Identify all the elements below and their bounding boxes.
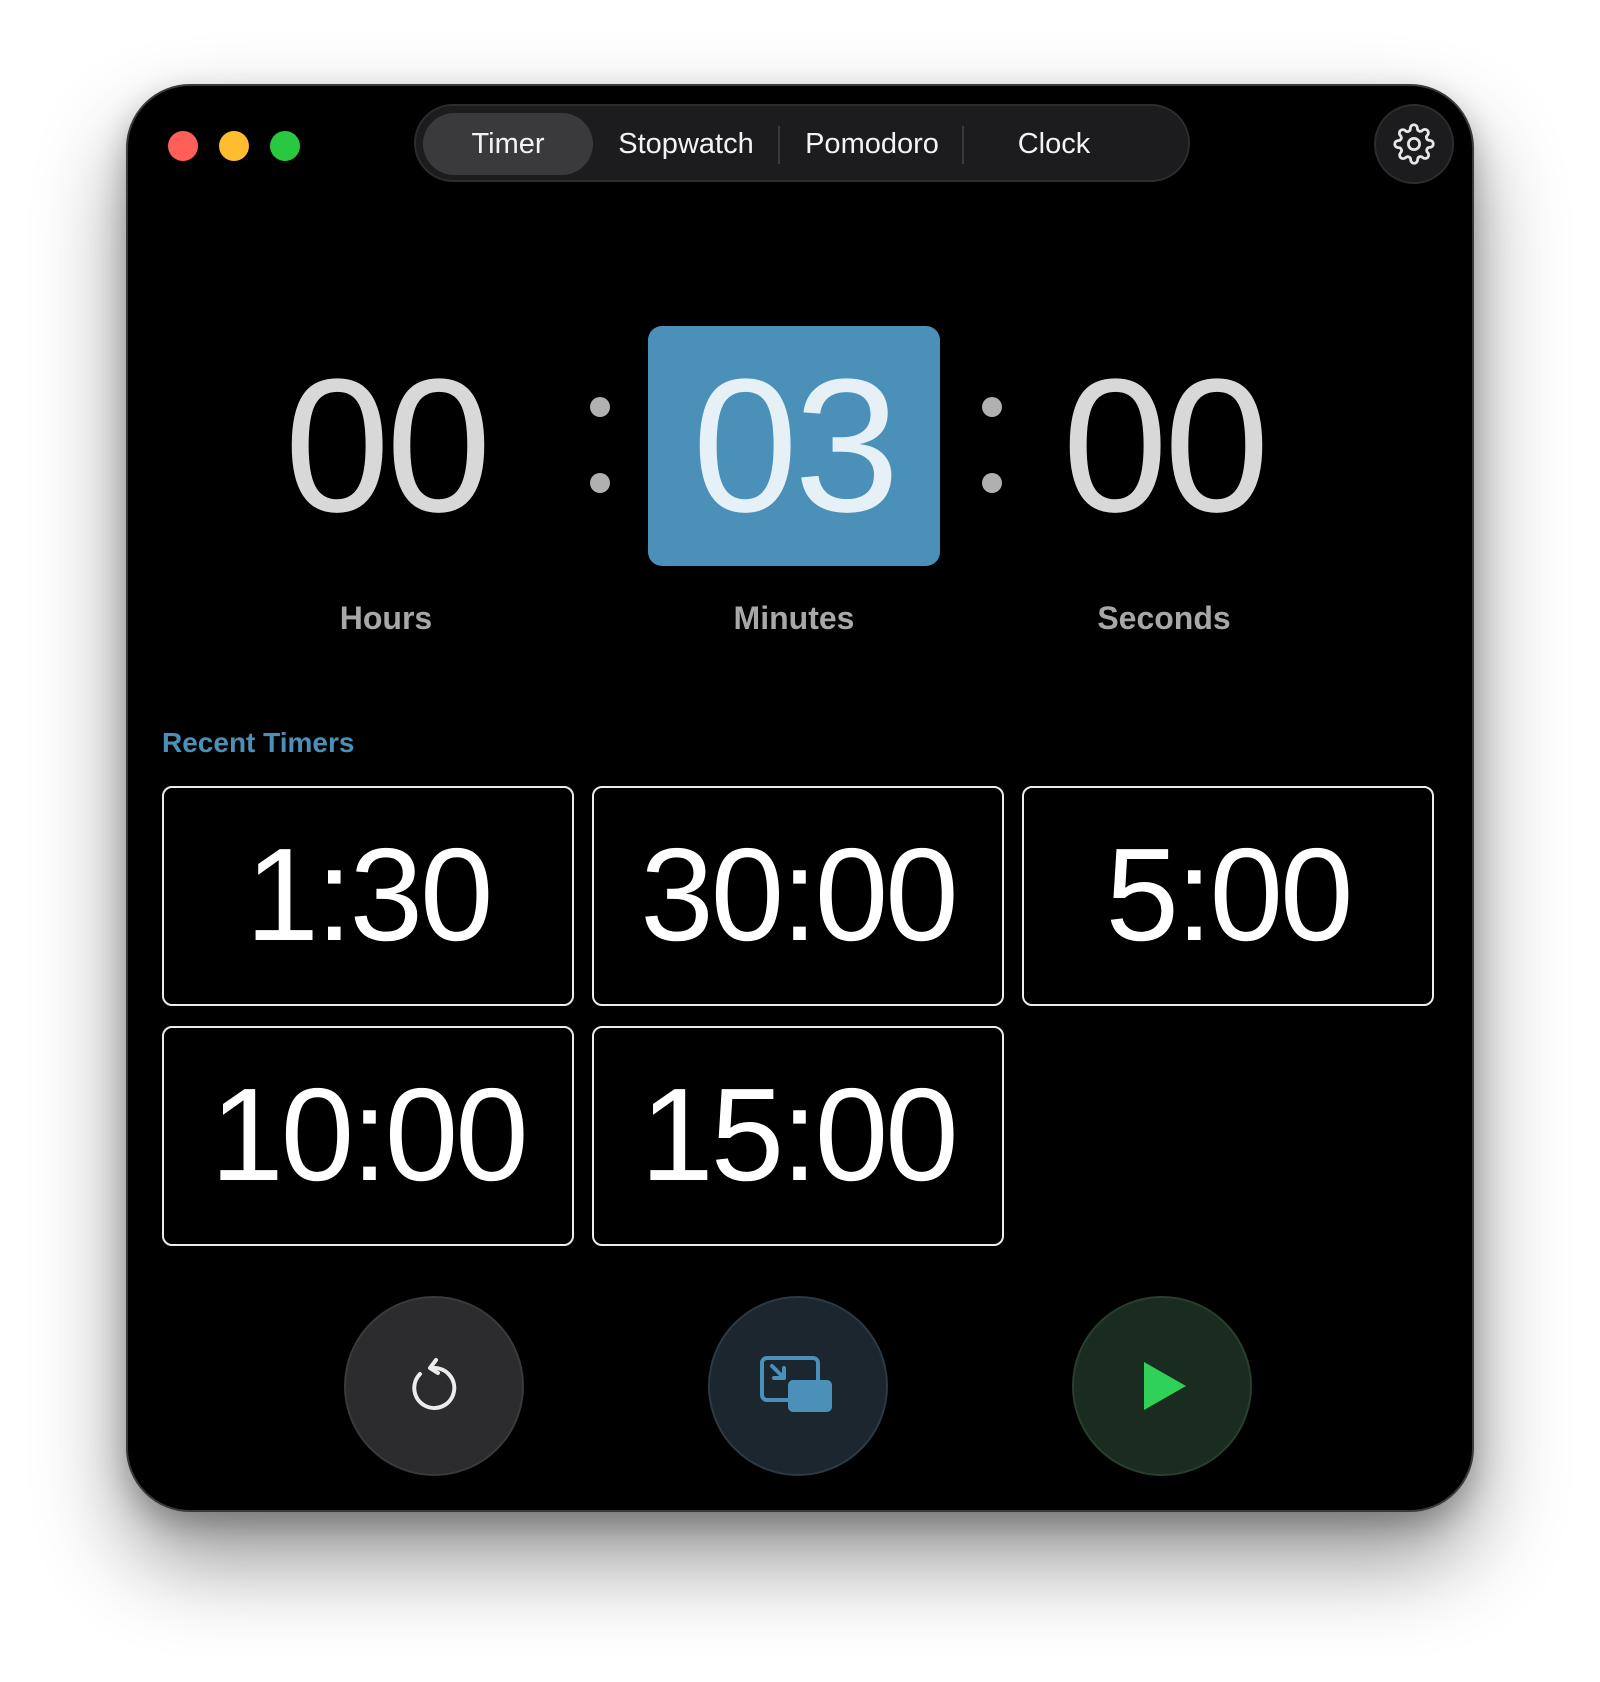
- tab-divider: [778, 126, 780, 164]
- seconds-value[interactable]: 00: [1034, 326, 1294, 566]
- tab-stopwatch[interactable]: Stopwatch: [596, 113, 776, 175]
- recent-timer-preset[interactable]: 5:00: [1022, 786, 1434, 1006]
- window-maximize-button[interactable]: [270, 131, 300, 161]
- app-window: Timer Stopwatch Pomodoro Clock 00 03 00 …: [126, 84, 1474, 1512]
- recent-timer-preset[interactable]: 1:30: [162, 786, 574, 1006]
- gear-icon: [1393, 123, 1435, 165]
- mode-tab-bar: Timer Stopwatch Pomodoro Clock: [414, 104, 1190, 182]
- hours-label: Hours: [339, 600, 433, 636]
- recent-timer-preset[interactable]: 30:00: [592, 786, 1004, 1006]
- minutes-value[interactable]: 03: [648, 326, 940, 566]
- colon-dot: [982, 397, 1002, 417]
- colon-dot: [590, 397, 610, 417]
- hours-value[interactable]: 00: [256, 326, 516, 566]
- picture-in-picture-button[interactable]: [708, 1296, 888, 1476]
- play-icon: [1144, 1362, 1186, 1410]
- tab-clock[interactable]: Clock: [966, 113, 1142, 175]
- minutes-label: Minutes: [733, 600, 855, 636]
- tab-pomodoro[interactable]: Pomodoro: [782, 113, 962, 175]
- seconds-label: Seconds: [1097, 600, 1231, 636]
- recent-timers-heading: Recent Timers: [162, 727, 355, 758]
- recent-timer-preset[interactable]: 10:00: [162, 1026, 574, 1246]
- picture-in-picture-icon: [760, 1356, 832, 1412]
- recent-timer-preset[interactable]: 15:00: [592, 1026, 1004, 1246]
- reset-icon: [412, 1358, 457, 1410]
- start-button[interactable]: [1072, 1296, 1252, 1476]
- colon-dot: [590, 473, 610, 493]
- window-minimize-button[interactable]: [219, 131, 249, 161]
- colon-dot: [982, 473, 1002, 493]
- tab-timer[interactable]: Timer: [423, 113, 593, 175]
- tab-divider: [962, 126, 964, 164]
- window-close-button[interactable]: [168, 131, 198, 161]
- settings-button[interactable]: [1374, 104, 1454, 184]
- reset-button[interactable]: [344, 1296, 524, 1476]
